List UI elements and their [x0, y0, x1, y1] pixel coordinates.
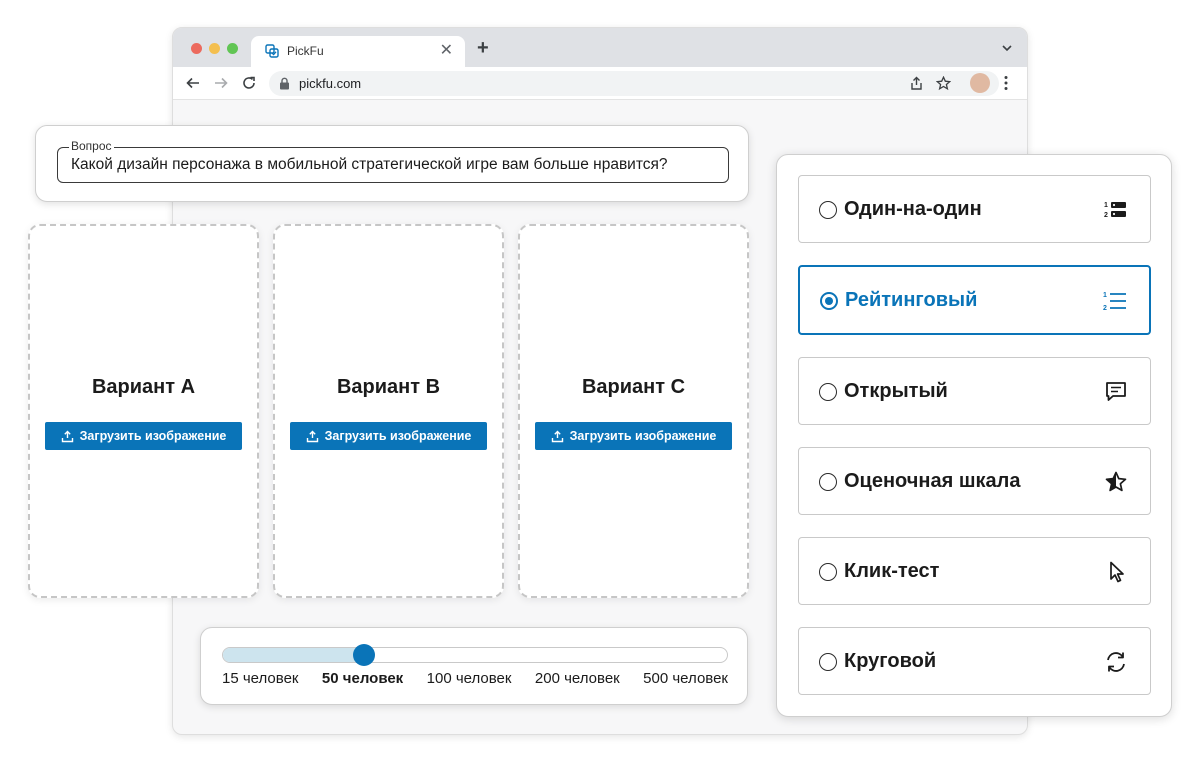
upload-image-label: Загрузить изображение	[324, 429, 472, 443]
upload-icon	[306, 430, 318, 442]
chevron-down-icon[interactable]	[1001, 42, 1013, 54]
tab-close-icon[interactable]: ✕	[440, 41, 453, 61]
refresh-icon	[1107, 652, 1125, 672]
audience-option-100[interactable]: 100 человек	[427, 670, 512, 687]
radio-button[interactable]	[819, 201, 837, 219]
browser-toolbar: pickfu.com	[173, 67, 1027, 100]
upload-icon	[551, 430, 563, 442]
audience-option-50[interactable]: 50 человек	[322, 670, 403, 687]
address-bar[interactable]: pickfu.com	[269, 71, 999, 96]
more-options-icon[interactable]	[1003, 75, 1009, 91]
forward-arrow-icon[interactable]	[213, 75, 229, 91]
svg-text:1: 1	[1104, 202, 1108, 209]
maximize-window-button[interactable]	[227, 43, 238, 54]
question-input-value: Какой дизайн персонажа в мобильной страт…	[71, 156, 668, 173]
star-rating-icon	[1105, 471, 1127, 492]
test-type-label: Круговой	[844, 650, 937, 672]
share-icon[interactable]	[909, 76, 924, 91]
radio-button[interactable]	[819, 383, 837, 401]
audience-option-15[interactable]: 15 человек	[222, 670, 298, 687]
audience-slider-fill	[223, 648, 364, 662]
comment-icon	[1106, 382, 1126, 401]
radio-button-selected[interactable]	[820, 292, 838, 310]
upload-image-button[interactable]: Загрузить изображение	[45, 422, 242, 450]
upload-image-button[interactable]: Загрузить изображение	[535, 422, 732, 450]
upload-image-label: Загрузить изображение	[79, 429, 227, 443]
question-label: Вопрос	[69, 138, 114, 154]
audience-option-200[interactable]: 200 человек	[535, 670, 620, 687]
ranked-list-icon: 1 2	[1103, 292, 1126, 312]
test-type-click-test[interactable]: Клик-тест	[798, 537, 1151, 605]
audience-size-card: 15 человек 50 человек 100 человек 200 че…	[200, 627, 748, 705]
test-type-head-to-head[interactable]: Один-на-один 1 2	[798, 175, 1151, 243]
audience-option-500[interactable]: 500 человек	[643, 670, 728, 687]
test-type-label: Оценочная шкала	[844, 470, 1021, 492]
test-type-panel: Один-на-один 1 2 Рейтинговый 1 2 Открыты…	[776, 154, 1172, 717]
test-type-label: Рейтинговый	[845, 289, 978, 311]
audience-slider-thumb[interactable]	[352, 644, 375, 666]
variant-card-a[interactable]: Вариант A Загрузить изображение	[28, 224, 259, 598]
bookmark-star-icon[interactable]	[936, 76, 951, 91]
test-type-round-robin[interactable]: Круговой	[798, 627, 1151, 695]
lock-icon	[280, 77, 289, 90]
svg-text:2: 2	[1104, 212, 1108, 219]
test-type-label: Один-на-один	[844, 198, 982, 220]
svg-text:2: 2	[1103, 305, 1107, 312]
variant-title: Вариант C	[581, 376, 686, 398]
upload-image-label: Загрузить изображение	[569, 429, 717, 443]
audience-slider-track[interactable]	[222, 647, 728, 663]
test-type-label: Клик-тест	[844, 560, 940, 582]
url-text: pickfu.com	[299, 76, 362, 91]
back-arrow-icon[interactable]	[185, 75, 201, 91]
variant-card-b[interactable]: Вариант B Загрузить изображение	[273, 224, 504, 598]
reload-icon[interactable]	[241, 75, 257, 91]
test-type-rating-scale[interactable]: Оценочная шкала	[798, 447, 1151, 515]
profile-avatar[interactable]	[970, 73, 990, 93]
svg-text:1: 1	[1103, 292, 1107, 299]
variant-title: Вариант B	[336, 376, 441, 398]
upload-icon	[61, 430, 73, 442]
new-tab-button[interactable]: +	[477, 38, 489, 58]
tab-title: PickFu	[287, 44, 324, 58]
question-input[interactable]: Вопрос Какой дизайн персонажа в мобильно…	[57, 138, 729, 183]
radio-button[interactable]	[819, 473, 837, 491]
test-type-ranked[interactable]: Рейтинговый 1 2	[798, 265, 1151, 335]
close-window-button[interactable]	[191, 43, 202, 54]
tab-strip: PickFu ✕ +	[173, 28, 1027, 67]
browser-tab[interactable]: PickFu ✕	[251, 36, 465, 67]
variant-title: Вариант A	[91, 376, 196, 398]
audience-options: 15 человек 50 человек 100 человек 200 че…	[222, 670, 728, 687]
minimize-window-button[interactable]	[209, 43, 220, 54]
upload-image-button[interactable]: Загрузить изображение	[290, 422, 487, 450]
radio-button[interactable]	[819, 563, 837, 581]
question-card: Вопрос Какой дизайн персонажа в мобильно…	[35, 125, 749, 202]
test-type-open-ended[interactable]: Открытый	[798, 357, 1151, 425]
pickfu-favicon-icon	[265, 44, 279, 58]
radio-button[interactable]	[819, 653, 837, 671]
variant-card-c[interactable]: Вариант C Загрузить изображение	[518, 224, 749, 598]
test-type-label: Открытый	[844, 380, 948, 402]
head-to-head-icon: 1 2	[1104, 202, 1126, 219]
cursor-icon	[1110, 561, 1124, 583]
